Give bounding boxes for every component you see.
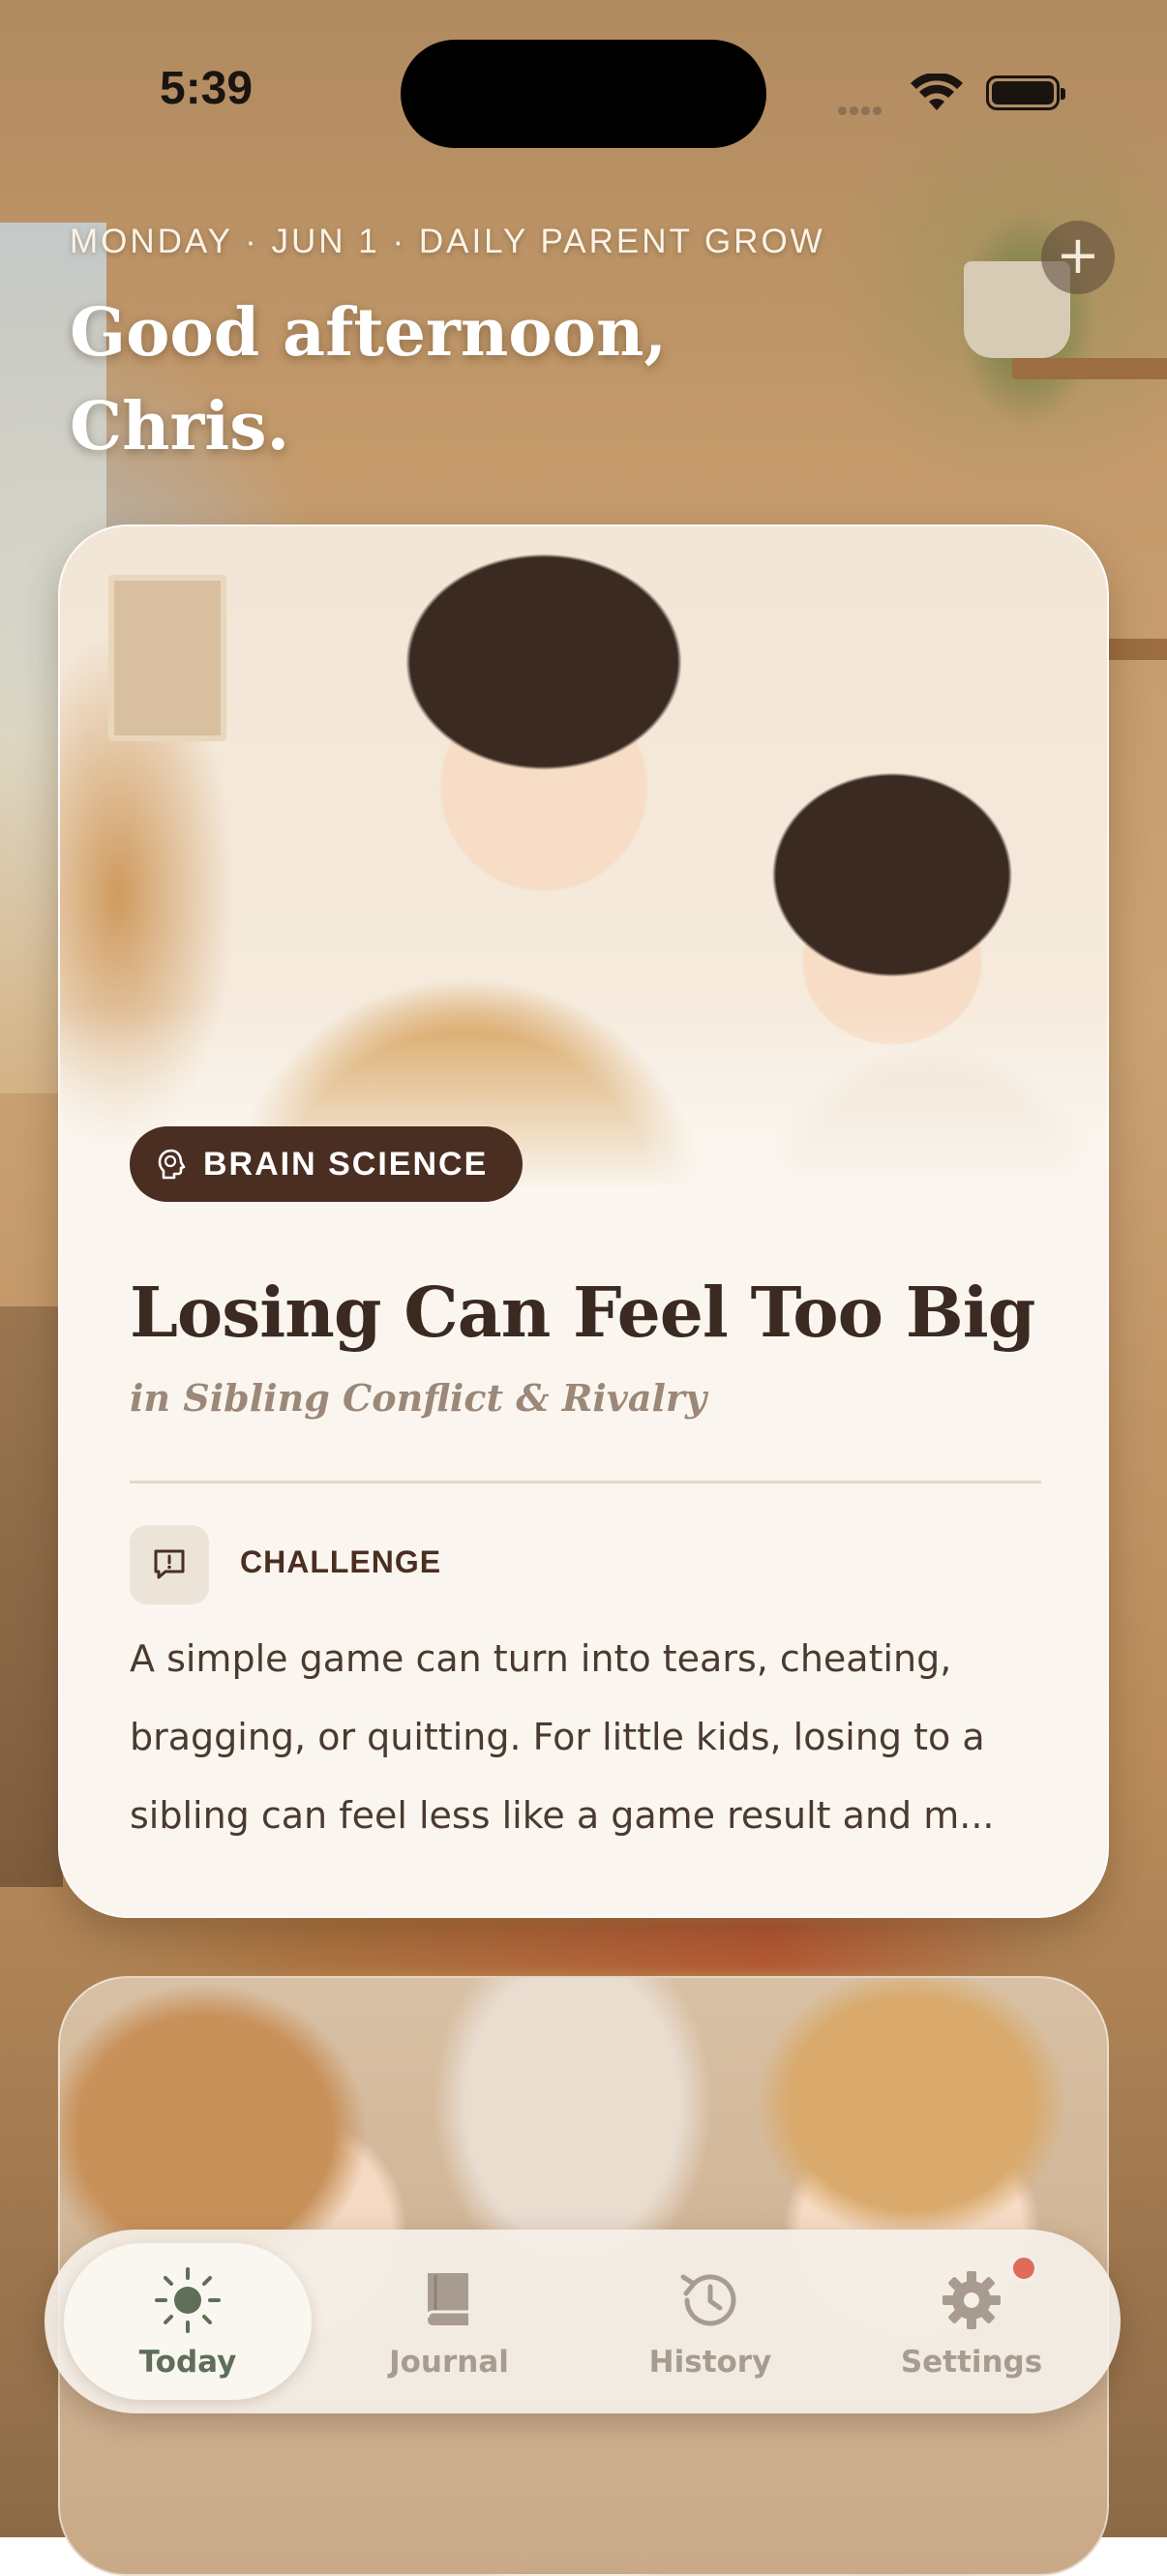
- status-time: 5:39: [160, 63, 254, 114]
- add-button[interactable]: +: [1041, 221, 1115, 294]
- challenge-text: A simple game can turn into tears, cheat…: [130, 1620, 1049, 1855]
- tab-journal[interactable]: Journal: [325, 2243, 573, 2400]
- plus-icon: +: [1056, 225, 1100, 285]
- notification-badge: [1010, 2255, 1037, 2282]
- category-badge: BRAIN SCIENCE: [130, 1126, 524, 1202]
- battery-icon: [986, 75, 1065, 110]
- divider: [130, 1481, 1041, 1483]
- date-line: MONDAY · JUN 1 · DAILY PARENT GROW: [70, 223, 825, 260]
- brain-head-icon: [158, 1149, 186, 1180]
- section-label: CHALLENGE: [240, 1544, 442, 1579]
- dynamic-island: [401, 40, 766, 148]
- bookshelf: [0, 1306, 63, 1887]
- tab-label: History: [648, 2345, 772, 2380]
- daily-lesson-card[interactable]: BRAIN SCIENCE Losing Can Feel Too Big in…: [58, 524, 1109, 1918]
- sun-icon: [155, 2267, 221, 2333]
- tab-history[interactable]: History: [586, 2243, 834, 2400]
- challenge-line: A simple game can turn into tears, cheat…: [130, 1637, 952, 1680]
- tab-settings[interactable]: Settings: [848, 2243, 1095, 2400]
- history-clock-icon: [680, 2274, 736, 2326]
- toy-blocks: [126, 1916, 1045, 1974]
- alert-message-icon: [130, 1525, 209, 1604]
- wall-shelf: [1012, 358, 1167, 379]
- tab-bar: Today Journal History Settings: [45, 2230, 1121, 2413]
- wifi-icon: [910, 72, 964, 116]
- greeting: Good afternoon, Chris.: [70, 286, 747, 474]
- cellular-signal-icon: [838, 101, 884, 119]
- book-icon: [426, 2273, 468, 2325]
- picture-frame: [108, 575, 226, 741]
- tab-label: Journal: [389, 2345, 509, 2380]
- tab-label: Settings: [900, 2345, 1043, 2380]
- tab-label: Today: [138, 2345, 237, 2380]
- challenge-line: bragging, or quitting. For little kids, …: [130, 1716, 985, 1758]
- tab-today[interactable]: Today: [64, 2243, 312, 2400]
- greeting-line-2: Chris.: [70, 388, 290, 465]
- category-label: BRAIN SCIENCE: [203, 1145, 489, 1183]
- gear-icon: [943, 2271, 1001, 2329]
- lesson-title: Losing Can Feel Too Big: [130, 1272, 1035, 1353]
- greeting-line-1: Good afternoon,: [70, 294, 668, 372]
- challenge-line: sibling can feel less like a game result…: [130, 1794, 995, 1837]
- lesson-topic: in Sibling Conflict & Rivalry: [130, 1376, 707, 1420]
